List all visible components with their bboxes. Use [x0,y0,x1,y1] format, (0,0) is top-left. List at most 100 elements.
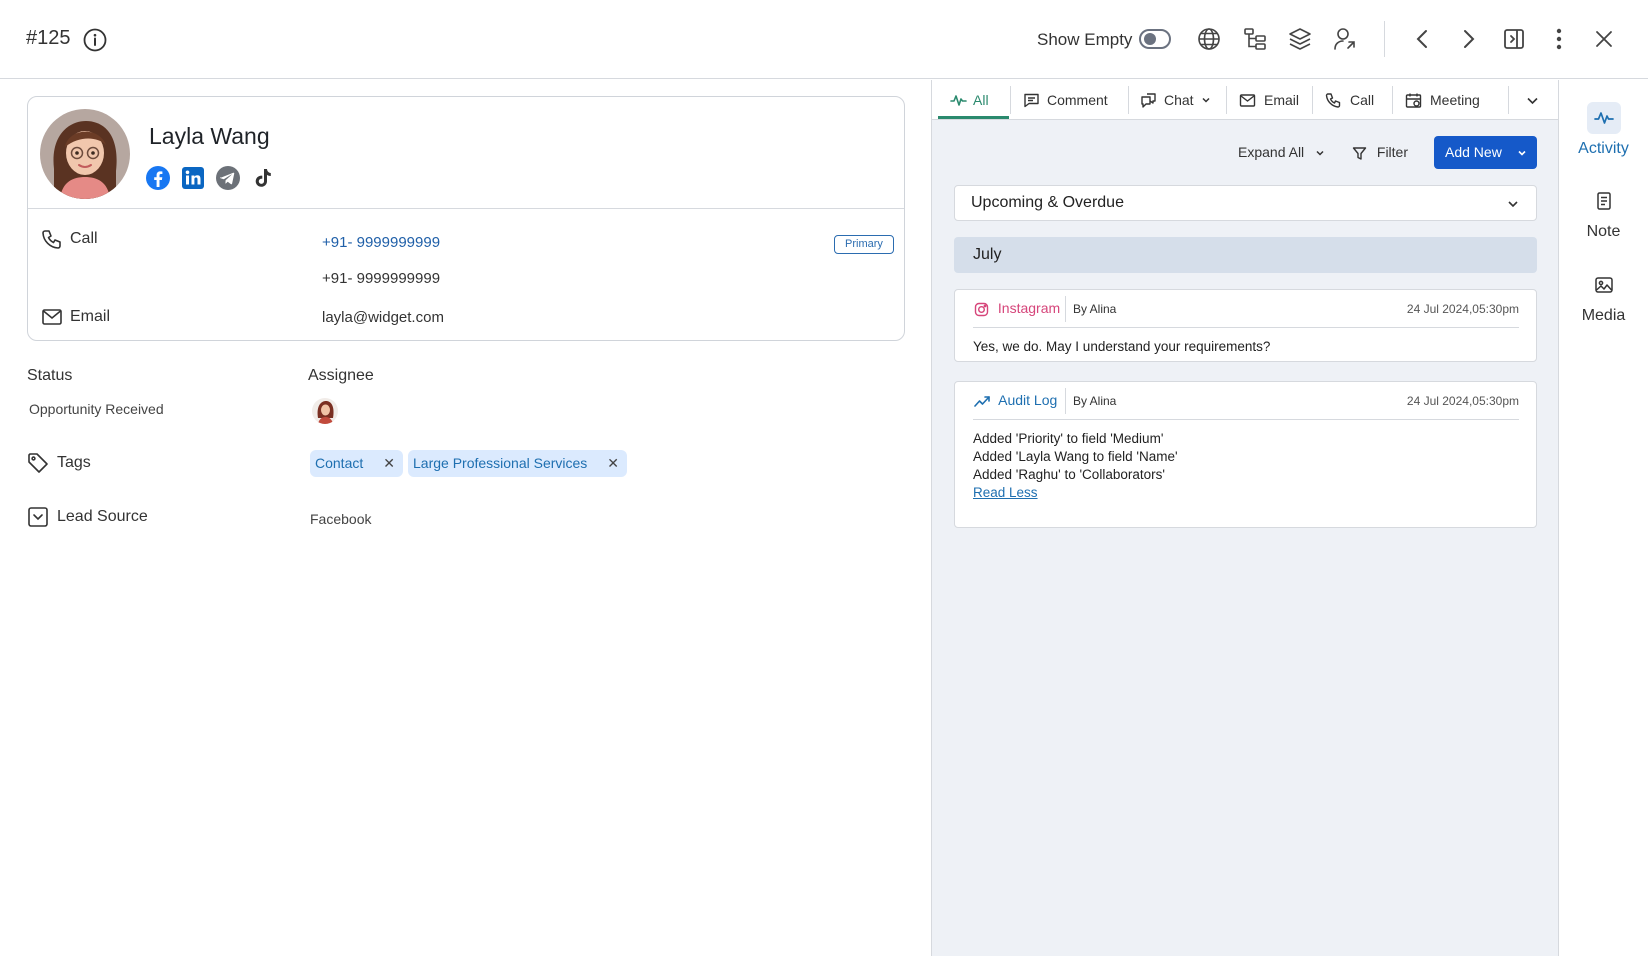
toggle-knob [1144,33,1156,45]
toolbar-separator [1384,21,1385,57]
add-new-button[interactable]: Add New [1434,136,1537,169]
instagram-icon [974,302,989,316]
activity-item[interactable]: Audit Log By Alina 24 Jul 2024,05:30pm A… [954,381,1537,528]
audit-line: Added 'Raghu' to 'Collaborators' [973,467,1165,482]
rail-item-activity[interactable]: Activity [1559,102,1648,158]
email-label: Email [70,308,111,325]
month-group-header[interactable]: July [954,237,1537,273]
tag-label: Large Professional Services [413,455,588,471]
activity-timestamp: 24 Jul 2024,05:30pm [1406,302,1519,316]
show-empty-label: Show Empty [1037,30,1133,49]
audit-line: Added 'Layla Wang to field 'Name' [973,449,1178,464]
info-icon[interactable] [82,27,108,53]
audit-log-lines: Added 'Priority' to field 'Medium' Added… [973,430,1178,502]
contact-card: Layla Wang Call +91- 9999999999 Primary … [27,96,905,341]
facebook-icon[interactable] [145,165,171,191]
tag-chip[interactable]: Large Professional Services ✕ [408,450,627,477]
primary-phone-link[interactable]: +91- 9999999999 [322,234,440,251]
tab-all[interactable]: All [938,80,1009,119]
assignee-avatar[interactable] [312,398,338,424]
item-separator [1065,296,1066,322]
avatar[interactable] [40,109,130,199]
record-id: #125 [26,27,71,49]
dropdown-box-icon [27,506,49,528]
rail-item-media[interactable]: Media [1559,269,1648,325]
item-divider [973,327,1519,328]
upcoming-overdue-dropdown[interactable]: Upcoming & Overdue [954,185,1537,221]
contact-name: Layla Wang [149,123,270,149]
linkedin-icon[interactable] [180,165,206,191]
expand-all-button[interactable]: Expand All [1238,144,1326,160]
tiktok-icon[interactable] [250,165,276,191]
tags-label: Tags [57,454,91,471]
activity-item[interactable]: Instagram By Alina 24 Jul 2024,05:30pm Y… [954,289,1537,362]
tab-chat[interactable]: Chat [1129,80,1225,119]
activity-author: By Alina [1073,302,1117,316]
remove-tag-icon[interactable]: ✕ [607,450,619,477]
tab-call[interactable]: Call [1313,80,1391,119]
comment-icon [1023,92,1040,109]
more-tabs-button[interactable] [1509,80,1558,119]
activity-icon [1586,102,1621,134]
mail-icon [41,306,63,328]
show-empty-toggle[interactable] [1139,29,1171,49]
filter-icon [1352,147,1367,160]
activity-icon [950,92,967,109]
tag-label: Contact [315,455,364,471]
note-icon [1587,185,1621,217]
primary-badge: Primary [834,235,894,254]
call-label: Call [70,230,98,247]
chevron-down-icon [1525,93,1542,110]
globe-icon[interactable] [1196,26,1222,52]
secondary-phone[interactable]: +91- 9999999999 [322,270,440,287]
lead-source-value[interactable]: Facebook [310,511,371,527]
activity-tabs: All Comment Chat Email Call Meeting [932,80,1558,120]
phone-icon [1325,92,1342,109]
remove-tag-icon[interactable]: ✕ [383,450,395,477]
trend-icon [974,395,990,407]
hierarchy-icon[interactable] [1242,26,1268,52]
card-divider [28,208,904,209]
top-bar: #125 Show Empty [0,0,1648,79]
side-rail: Activity Note Media [1559,80,1648,956]
item-separator [1065,388,1066,414]
tab-meeting[interactable]: Meeting [1393,80,1497,119]
chevron-right-icon[interactable] [1455,26,1481,52]
activity-source: Audit Log [974,392,1057,409]
chevron-down-icon [1518,150,1526,156]
panel-toggle-icon[interactable] [1501,26,1527,52]
status-label: Status [27,367,73,384]
contact-details-panel: Layla Wang Call +91- 9999999999 Primary … [0,80,931,956]
tag-chip[interactable]: Contact ✕ [310,450,403,477]
tab-comment[interactable]: Comment [1011,80,1127,119]
status-value[interactable]: Opportunity Received [29,401,164,417]
tab-email[interactable]: Email [1227,80,1311,119]
item-divider [973,419,1519,420]
activity-source: Instagram [974,300,1060,317]
mail-icon [1239,92,1256,109]
assignee-label: Assignee [308,367,374,384]
activity-panel: All Comment Chat Email Call Meeting Expa… [932,80,1558,956]
chevron-left-icon[interactable] [1410,26,1436,52]
rail-item-note[interactable]: Note [1559,185,1648,241]
chat-icon [1140,92,1157,109]
image-icon [1587,269,1621,301]
more-vertical-icon[interactable] [1546,26,1572,52]
tag-icon [27,452,49,474]
activity-author: By Alina [1073,394,1117,408]
user-assign-icon[interactable] [1332,26,1358,52]
calendar-icon [1405,92,1422,109]
lead-source-label: Lead Source [57,508,148,525]
email-value[interactable]: layla@widget.com [322,309,444,326]
telegram-icon[interactable] [215,165,241,191]
layers-icon[interactable] [1287,26,1313,52]
chevron-down-icon [1508,201,1518,208]
audit-line: Added 'Priority' to field 'Medium' [973,431,1164,446]
read-less-link[interactable]: Read Less [973,484,1178,502]
close-icon[interactable] [1591,26,1617,52]
chevron-down-icon [1200,94,1217,111]
chevron-down-icon [1316,151,1324,156]
phone-icon [41,228,63,250]
filter-button[interactable]: Filter [1352,144,1408,161]
activity-message: Yes, we do. May I understand your requir… [973,339,1271,354]
